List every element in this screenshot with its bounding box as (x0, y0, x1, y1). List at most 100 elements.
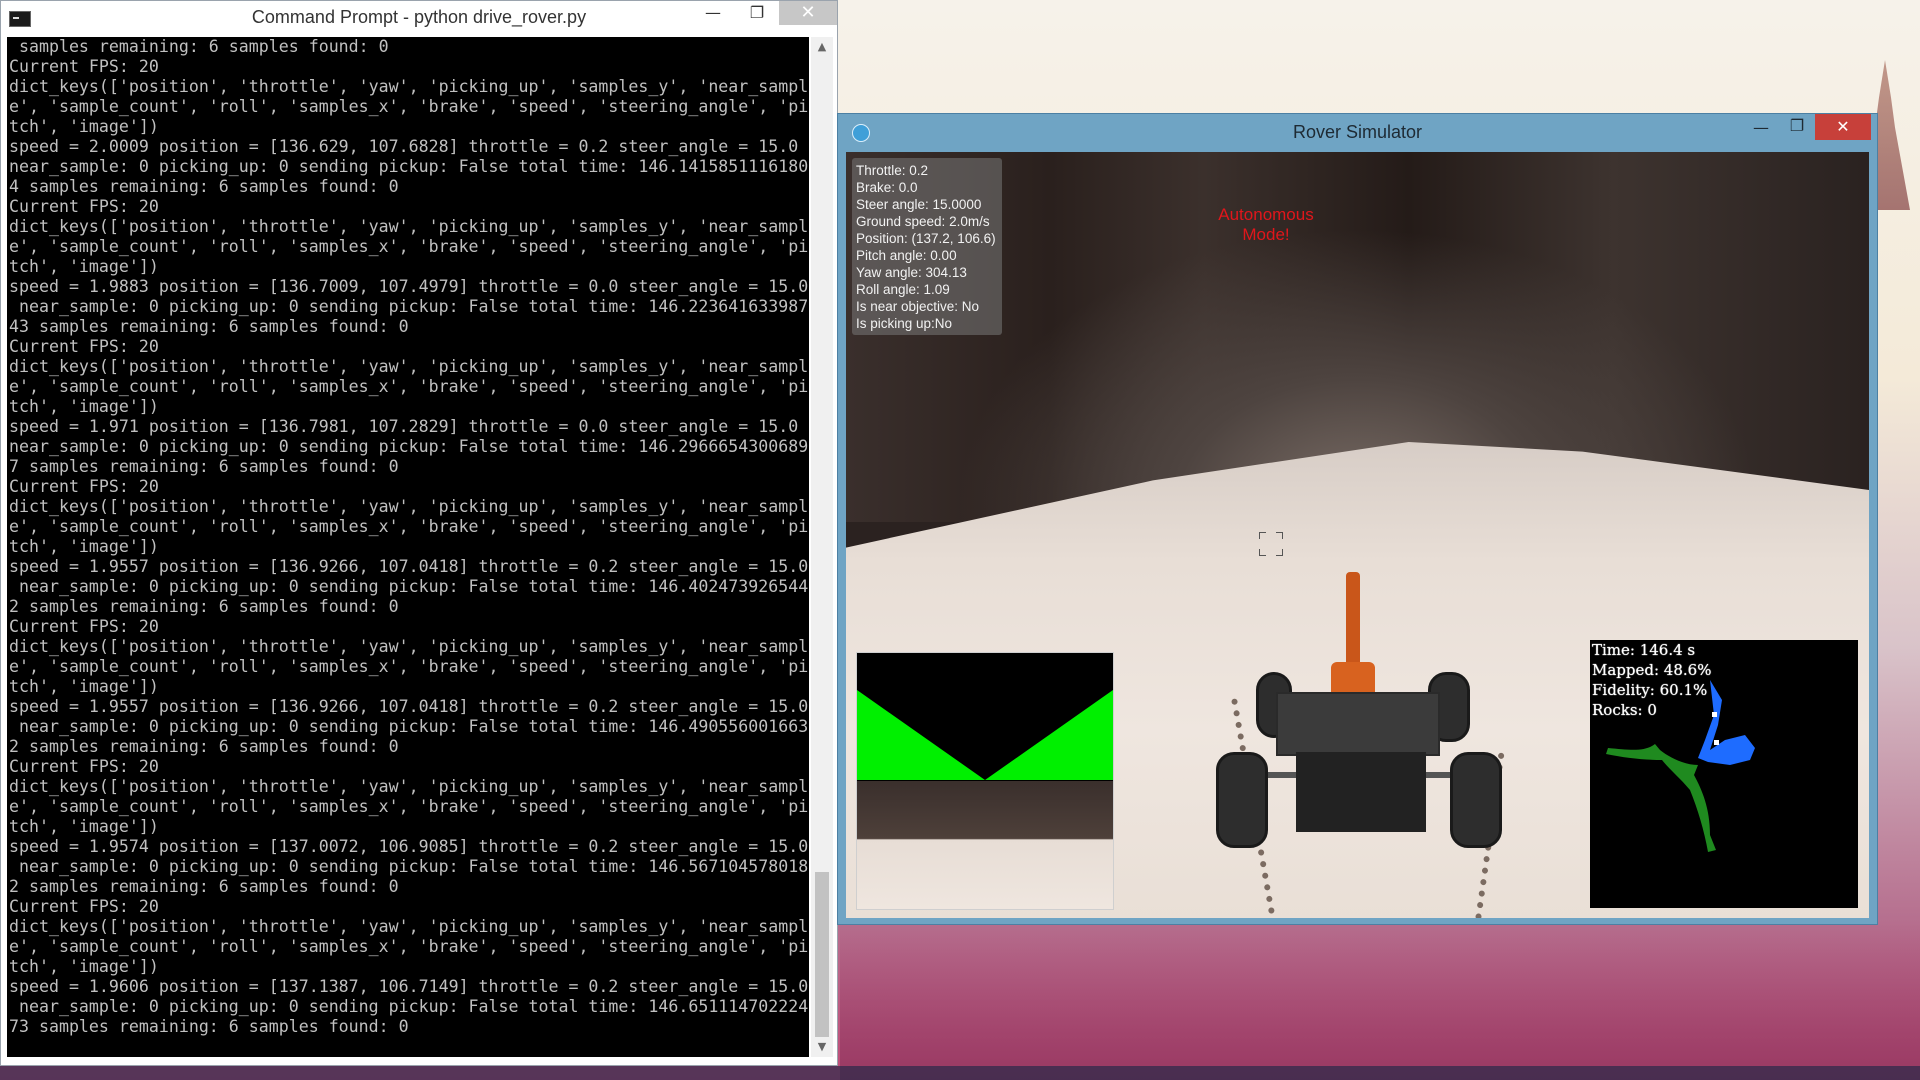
console-line: dict_keys(['position', 'throttle', 'yaw'… (9, 77, 809, 96)
console-line: tch', 'image']) (9, 257, 159, 276)
console-line: Current FPS: 20 (9, 337, 159, 356)
console-line: speed = 1.971 position = [136.7981, 107.… (9, 417, 799, 436)
telemetry-brake: Brake: 0.0 (856, 180, 918, 195)
console-line: samples remaining: 6 samples found: 0 (9, 37, 389, 56)
navigable-terrain-mask (857, 690, 1113, 780)
sim-titlebar[interactable]: Rover Simulator — ❐ ✕ (838, 114, 1877, 150)
map-mapped: Mapped: 48.6% (1592, 661, 1712, 679)
console-line: Current FPS: 20 (9, 757, 159, 776)
console-line: e', 'sample_count', 'roll', 'samples_x',… (9, 517, 809, 536)
command-prompt-window[interactable]: Command Prompt - python drive_rover.py —… (0, 0, 838, 1066)
console-line: speed = 1.9557 position = [136.9266, 107… (9, 557, 809, 576)
console-line: near_sample: 0 picking_up: 0 sending pic… (9, 437, 809, 456)
maximize-button[interactable]: ❐ (737, 1, 777, 25)
console-line: near_sample: 0 picking_up: 0 sending pic… (9, 717, 809, 736)
rover-deck (1276, 692, 1440, 756)
console-line: near_sample: 0 picking_up: 0 sending pic… (9, 157, 809, 176)
console-line: 2 samples remaining: 6 samples found: 0 (9, 877, 399, 896)
map-time: Time: 146.4 s (1592, 641, 1696, 659)
console-line: dict_keys(['position', 'throttle', 'yaw'… (9, 917, 809, 936)
console-line: 2 samples remaining: 6 samples found: 0 (9, 597, 399, 616)
console-line: e', 'sample_count', 'roll', 'samples_x',… (9, 377, 809, 396)
console-line: dict_keys(['position', 'throttle', 'yaw'… (9, 637, 809, 656)
console-line: tch', 'image']) (9, 537, 159, 556)
desktop-wallpaper (840, 920, 1920, 1080)
console-line: near_sample: 0 picking_up: 0 sending pic… (9, 857, 809, 876)
map-rocks: Rocks: 0 (1592, 701, 1657, 719)
camera-view (857, 781, 1113, 909)
rover-marker (1712, 712, 1717, 717)
crosshair-icon (1259, 532, 1283, 556)
autonomous-mode-label: Autonomous Mode! (1218, 205, 1314, 244)
telemetry-picking-up: Is picking up:No (856, 316, 953, 331)
console-line: speed = 2.0009 position = [136.629, 107.… (9, 137, 799, 156)
telemetry-throttle: Throttle: 0.2 (856, 163, 929, 178)
taskbar[interactable] (0, 1066, 1920, 1080)
console-line: tch', 'image']) (9, 397, 159, 416)
console-line: Current FPS: 20 (9, 477, 159, 496)
rover-model (1216, 572, 1502, 912)
mapped-region-green (1606, 744, 1716, 852)
rover-marker (1714, 740, 1719, 745)
scroll-down-icon[interactable]: ▼ (811, 1037, 833, 1057)
console-line: e', 'sample_count', 'roll', 'samples_x',… (9, 97, 809, 116)
console-line: speed = 1.9606 position = [137.1387, 106… (9, 977, 809, 996)
scroll-thumb[interactable] (815, 872, 829, 1037)
console-line: Current FPS: 20 (9, 617, 159, 636)
telemetry-pitch: Pitch angle: 0.00 (856, 248, 957, 263)
console-line: Current FPS: 20 (9, 57, 159, 76)
telemetry-panel: Throttle: 0.2 Brake: 0.0 Steer angle: 15… (852, 158, 1002, 335)
rover-chassis (1296, 752, 1426, 832)
console-text: samples remaining: 6 samples found: 0 Cur… (7, 37, 809, 1037)
maximize-button[interactable]: ❐ (1777, 114, 1817, 138)
simulator-viewport[interactable]: Throttle: 0.2 Brake: 0.0 Steer angle: 15… (846, 152, 1869, 918)
rover-wheel (1216, 752, 1268, 848)
minimize-button[interactable]: — (1741, 116, 1781, 140)
console-line: speed = 1.9557 position = [136.9266, 107… (9, 697, 809, 716)
close-button[interactable]: ✕ (779, 1, 837, 25)
scroll-up-icon[interactable]: ▲ (811, 37, 833, 57)
console-line: e', 'sample_count', 'roll', 'samples_x',… (9, 937, 809, 956)
telemetry-near-objective: Is near objective: No (856, 299, 980, 314)
console-line: e', 'sample_count', 'roll', 'samples_x',… (9, 797, 809, 816)
vertical-scrollbar[interactable]: ▲ ▼ (811, 37, 833, 1057)
warped-camera-inset (856, 652, 1114, 910)
console-line: dict_keys(['position', 'throttle', 'yaw'… (9, 497, 809, 516)
console-output[interactable]: samples remaining: 6 samples found: 0 Cur… (7, 37, 809, 1057)
console-line: 7 samples remaining: 6 samples found: 0 (9, 457, 399, 476)
console-line: 43 samples remaining: 6 samples found: 0 (9, 317, 409, 336)
telemetry-position: Position: (137.2, 106.6) (856, 231, 996, 246)
console-line: tch', 'image']) (9, 677, 159, 696)
close-button[interactable]: ✕ (1815, 114, 1871, 140)
console-line: e', 'sample_count', 'roll', 'samples_x',… (9, 237, 809, 256)
console-line: tch', 'image']) (9, 117, 159, 136)
console-line: dict_keys(['position', 'throttle', 'yaw'… (9, 357, 809, 376)
console-line: tch', 'image']) (9, 957, 159, 976)
cmd-titlebar[interactable]: Command Prompt - python drive_rover.py —… (1, 1, 837, 35)
console-line: near_sample: 0 picking_up: 0 sending pic… (9, 997, 809, 1016)
console-line: 73 samples remaining: 6 samples found: 0 (9, 1017, 409, 1036)
console-line: near_sample: 0 picking_up: 0 sending pic… (9, 297, 809, 316)
rover-simulator-window[interactable]: Rover Simulator — ❐ ✕ Throttle: 0.2 Brak… (837, 113, 1878, 925)
world-map-inset: Time: 146.4 s Mapped: 48.6% Fidelity: 60… (1590, 640, 1858, 908)
console-line: e', 'sample_count', 'roll', 'samples_x',… (9, 657, 809, 676)
telemetry-yaw: Yaw angle: 304.13 (856, 265, 967, 280)
console-line: Current FPS: 20 (9, 897, 159, 916)
telemetry-ground-speed: Ground speed: 2.0m/s (856, 214, 990, 229)
console-line: dict_keys(['position', 'throttle', 'yaw'… (9, 777, 809, 796)
telemetry-steer-angle: Steer angle: 15.0000 (856, 197, 982, 212)
rover-arm (1346, 572, 1360, 672)
telemetry-roll: Roll angle: 1.09 (856, 282, 950, 297)
console-line: Current FPS: 20 (9, 197, 159, 216)
rover-wheel (1450, 752, 1502, 848)
minimize-button[interactable]: — (693, 1, 733, 25)
console-line: tch', 'image']) (9, 817, 159, 836)
console-line: dict_keys(['position', 'throttle', 'yaw'… (9, 217, 809, 236)
console-line: near_sample: 0 picking_up: 0 sending pic… (9, 577, 809, 596)
sim-window-title: Rover Simulator (1292, 122, 1423, 142)
console-line: speed = 1.9883 position = [136.7009, 107… (9, 277, 809, 296)
console-line: 2 samples remaining: 6 samples found: 0 (9, 737, 399, 756)
map-fidelity: Fidelity: 60.1% (1592, 681, 1708, 699)
console-line: 4 samples remaining: 6 samples found: 0 (9, 177, 399, 196)
console-line: speed = 1.9574 position = [137.0072, 106… (9, 837, 809, 856)
